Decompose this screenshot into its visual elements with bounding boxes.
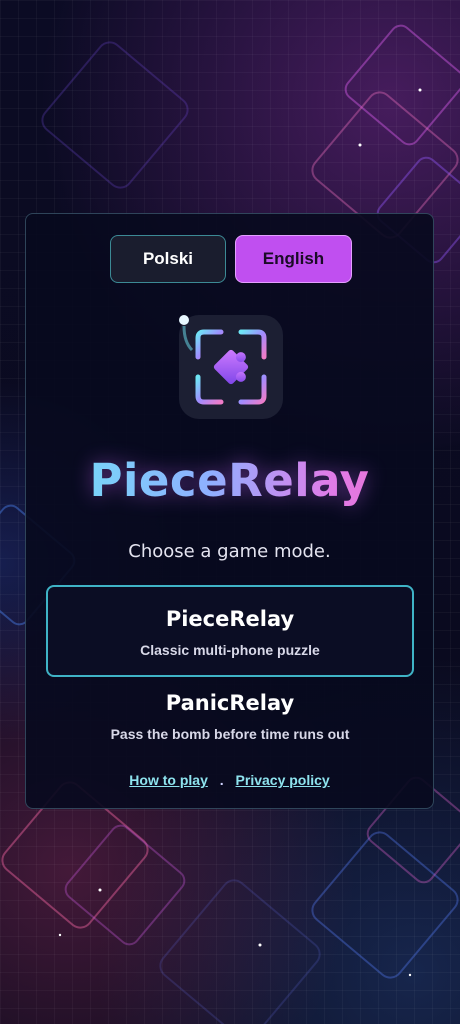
puzzle-piece-icon	[179, 315, 283, 419]
mode-name: PanicRelay	[165, 691, 295, 715]
mode-description: Pass the bomb before time runs out	[110, 726, 350, 742]
app-title: PieceRelay	[26, 454, 433, 507]
mode-description: Classic multi-phone puzzle	[140, 642, 320, 658]
main-panel: Polski English PieceRelay Choose a game …	[25, 213, 434, 809]
language-polish-button[interactable]: Polski	[110, 235, 226, 283]
language-english-button[interactable]: English	[235, 235, 352, 283]
mode-piecerelay-button[interactable]: PieceRelay Classic multi-phone puzzle	[46, 585, 414, 677]
how-to-play-link[interactable]: How to play	[129, 772, 208, 788]
mode-panicrelay-button[interactable]: PanicRelay Pass the bomb before time run…	[46, 684, 414, 750]
mode-name: PieceRelay	[165, 607, 295, 631]
link-separator: .	[219, 772, 224, 788]
footer-links: How to play . Privacy policy	[26, 772, 433, 788]
privacy-policy-link[interactable]: Privacy policy	[236, 772, 330, 788]
choose-mode-prompt: Choose a game mode.	[128, 541, 331, 562]
